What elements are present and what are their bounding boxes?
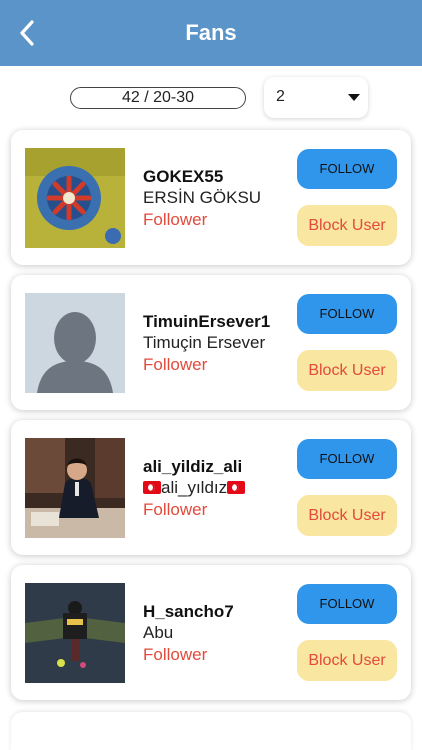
fan-card: ali_yildiz_ali ali_yıldız Follower FOLLO… — [11, 420, 411, 555]
follow-button[interactable]: FOLLOW — [297, 294, 397, 334]
fan-name: ERSİN GÖKSU — [143, 188, 262, 207]
block-user-button[interactable]: Block User — [297, 350, 397, 391]
avatar — [25, 148, 125, 248]
fan-username: GOKEX55 — [143, 167, 224, 186]
avatar — [25, 583, 125, 683]
fan-name: Abu — [143, 623, 174, 642]
fan-role: Follower — [143, 500, 208, 519]
fan-name-row: ali_yıldız — [143, 478, 246, 498]
turkey-flag-icon — [143, 481, 161, 494]
fan-role: Follower — [143, 210, 208, 229]
avatar — [25, 293, 125, 393]
block-user-button[interactable]: Block User — [297, 640, 397, 681]
fan-username: ali_yildiz_ali — [143, 457, 243, 476]
block-user-button[interactable]: Block User — [297, 205, 397, 246]
fan-role: Follower — [143, 645, 208, 664]
fan-card: TimuinErsever1 Timuçin Ersever Follower … — [11, 275, 411, 410]
fan-username: H_sancho7 — [143, 602, 234, 621]
turkey-flag-icon — [227, 481, 246, 494]
follow-button[interactable]: FOLLOW — [297, 439, 397, 479]
fan-name: ali_yıldız — [161, 478, 228, 497]
page-select-value: 2 — [276, 88, 285, 105]
page-select-dropdown[interactable]: 2 — [264, 77, 368, 118]
follow-button[interactable]: FOLLOW — [297, 149, 397, 189]
fan-card: GOKEX55 ERSİN GÖKSU Follower FOLLOW Bloc… — [11, 130, 411, 265]
block-user-button[interactable]: Block User — [297, 495, 397, 536]
follow-button[interactable]: FOLLOW — [297, 584, 397, 624]
avatar — [25, 438, 125, 538]
default-user-icon — [25, 293, 125, 393]
page-title: Fans — [185, 20, 237, 45]
fan-card: H_sancho7 Abu Follower FOLLOW Block User — [11, 565, 411, 700]
fan-username: TimuinErsever1 — [143, 312, 271, 331]
caret-down-icon — [348, 94, 360, 101]
page-range-indicator: 42 / 20-30 — [70, 87, 246, 109]
fan-name: Timuçin Ersever — [143, 333, 266, 352]
app-header: Fans — [0, 0, 422, 66]
fan-role: Follower — [143, 355, 208, 374]
fan-card-partial — [11, 712, 411, 750]
